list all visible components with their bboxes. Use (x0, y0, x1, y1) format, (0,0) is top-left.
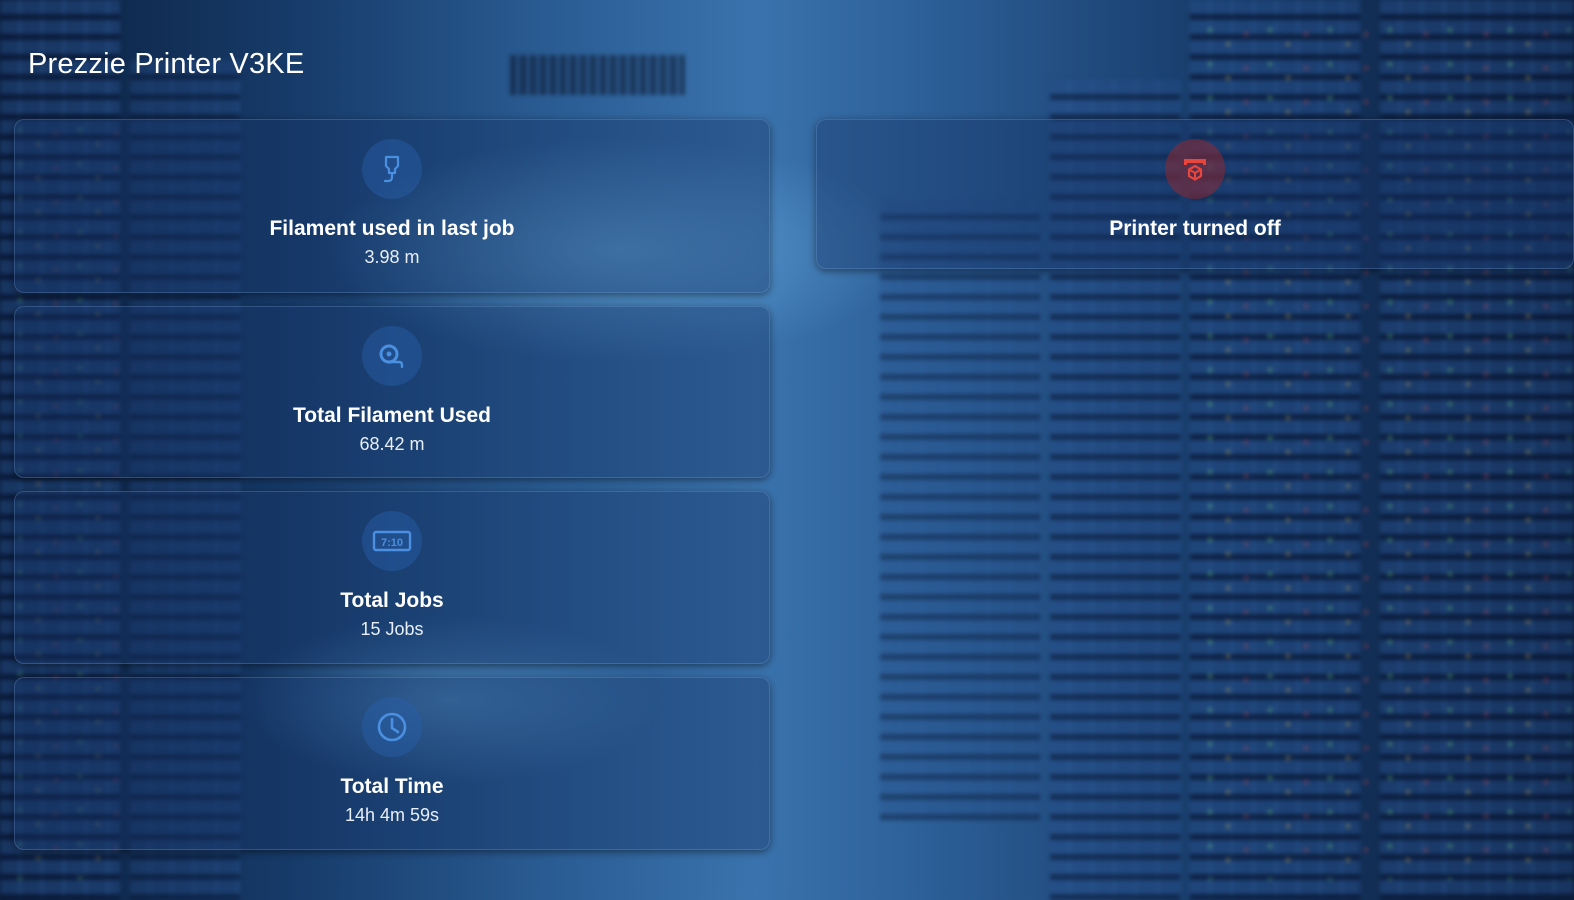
filament-last-job-card[interactable]: Filament used in last job 3.98 m (14, 119, 770, 293)
counter-digits: 7:10 (381, 537, 403, 549)
status-label: Printer turned off (1109, 217, 1281, 240)
card-value: 68.42 m (359, 434, 425, 454)
card-value: 3.98 m (364, 247, 420, 267)
total-time-card[interactable]: Total Time 14h 4m 59s (14, 677, 770, 850)
page-title: Prezzie Printer V3KE (28, 48, 305, 80)
filament-drop-icon (362, 139, 422, 199)
card-label: Total Jobs (340, 589, 444, 612)
card-label: Filament used in last job (269, 217, 515, 240)
clock-icon (362, 697, 422, 757)
counter-display-icon: 7:10 (362, 511, 422, 571)
filament-spool-icon (362, 326, 422, 386)
card-label: Total Filament Used (293, 404, 491, 427)
card-value: 14h 4m 59s (344, 805, 440, 825)
total-jobs-card[interactable]: 7:10 Total Jobs 15 Jobs (14, 491, 770, 664)
total-filament-card[interactable]: Total Filament Used 68.42 m (14, 306, 770, 478)
card-label: Total Time (340, 775, 444, 798)
printer-status-card[interactable]: Printer turned off (816, 119, 1574, 269)
card-value: 15 Jobs (360, 619, 424, 639)
printer-3d-off-icon (1165, 139, 1225, 199)
